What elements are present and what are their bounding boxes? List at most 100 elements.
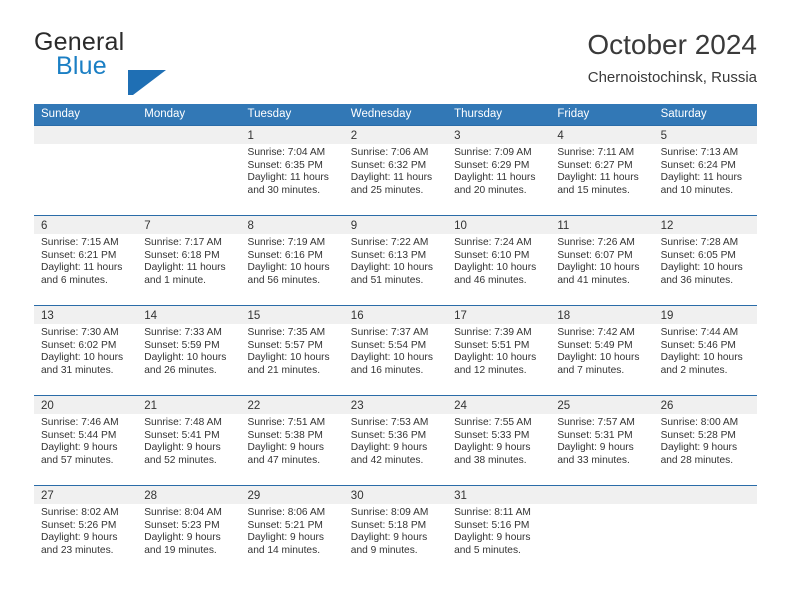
day-cell[interactable] <box>137 126 241 215</box>
daylight-text-line1: Daylight: 10 hours <box>247 262 330 274</box>
day-number <box>137 130 144 142</box>
day-number-band: 18 <box>550 306 654 324</box>
day-cell[interactable]: 15 Sunrise: 7:35 AM Sunset: 5:57 PM Dayl… <box>240 306 344 395</box>
day-cell[interactable]: 28 Sunrise: 8:04 AM Sunset: 5:23 PM Dayl… <box>137 486 241 575</box>
sunset-text: Sunset: 5:21 PM <box>247 519 323 531</box>
sunrise-text: Sunrise: 7:46 AM <box>41 417 119 428</box>
daylight-text-line1: Daylight: 10 hours <box>350 352 433 364</box>
day-number-band: 20 <box>34 396 138 414</box>
daylight-text-line1: Daylight: 11 hours <box>247 172 329 184</box>
day-cell[interactable]: 17 Sunrise: 7:39 AM Sunset: 5:51 PM Dayl… <box>447 306 551 395</box>
day-cell[interactable]: 4 Sunrise: 7:11 AM Sunset: 6:27 PM Dayli… <box>550 126 654 215</box>
weekday-header-sunday: Sunday <box>41 108 81 120</box>
daylight-text-line2: and 20 minutes. <box>454 184 527 196</box>
daylight-text-line1: Daylight: 10 hours <box>557 352 640 364</box>
daylight-text-line1: Daylight: 10 hours <box>454 262 537 274</box>
day-details: Sunrise: 7:35 AM Sunset: 5:57 PM Dayligh… <box>241 324 344 377</box>
day-details: Sunrise: 7:22 AM Sunset: 6:13 PM Dayligh… <box>344 234 447 287</box>
day-number: 7 <box>144 220 151 232</box>
daylight-text-line1: Daylight: 9 hours <box>247 442 324 454</box>
sunset-text: Sunset: 6:32 PM <box>350 159 427 171</box>
day-cell[interactable]: 13 Sunrise: 7:30 AM Sunset: 6:02 PM Dayl… <box>34 306 138 395</box>
sunrise-text: Sunrise: 7:55 AM <box>454 417 532 428</box>
sunset-text: Sunset: 5:44 PM <box>41 429 117 441</box>
brand-logo[interactable]: General Blue <box>34 28 294 95</box>
day-cell[interactable]: 22 Sunrise: 7:51 AM Sunset: 5:38 PM Dayl… <box>240 396 344 485</box>
day-cell[interactable] <box>653 486 757 575</box>
day-number: 25 <box>557 400 571 412</box>
day-cell[interactable]: 11 Sunrise: 7:26 AM Sunset: 6:07 PM Dayl… <box>550 216 654 305</box>
day-cell[interactable] <box>550 486 654 575</box>
day-cell[interactable]: 20 Sunrise: 7:46 AM Sunset: 5:44 PM Dayl… <box>34 396 138 485</box>
day-cell[interactable]: 14 Sunrise: 7:33 AM Sunset: 5:59 PM Dayl… <box>137 306 241 395</box>
day-number-band: 5 <box>653 126 757 144</box>
sunrise-text: Sunrise: 7:48 AM <box>144 417 222 428</box>
day-cell[interactable]: 10 Sunrise: 7:24 AM Sunset: 6:10 PM Dayl… <box>447 216 551 305</box>
day-number-band <box>137 126 241 144</box>
day-number-band: 13 <box>34 306 138 324</box>
sunset-text: Sunset: 5:57 PM <box>247 339 323 351</box>
day-cell[interactable]: 31 Sunrise: 8:11 AM Sunset: 5:16 PM Dayl… <box>447 486 551 575</box>
sunrise-text: Sunrise: 7:39 AM <box>454 327 532 338</box>
day-number-band: 26 <box>653 396 757 414</box>
day-cell[interactable]: 30 Sunrise: 8:09 AM Sunset: 5:18 PM Dayl… <box>343 486 448 575</box>
page-header: General Blue October 2024 Chernoistochin… <box>34 28 757 95</box>
daylight-text-line2: and 21 minutes. <box>247 364 321 376</box>
sunrise-text: Sunrise: 7:15 AM <box>41 237 119 248</box>
day-details: Sunrise: 7:48 AM Sunset: 5:41 PM Dayligh… <box>137 414 240 467</box>
day-cell[interactable]: 5 Sunrise: 7:13 AM Sunset: 6:24 PM Dayli… <box>653 126 757 215</box>
calendar-week-row: 27 Sunrise: 8:02 AM Sunset: 5:26 PM Dayl… <box>34 485 757 575</box>
day-cell[interactable]: 26 Sunrise: 8:00 AM Sunset: 5:28 PM Dayl… <box>653 396 757 485</box>
day-cell[interactable]: 18 Sunrise: 7:42 AM Sunset: 5:49 PM Dayl… <box>550 306 654 395</box>
day-cell[interactable] <box>34 126 138 215</box>
daylight-text-line2: and 52 minutes. <box>144 454 217 466</box>
day-cell[interactable]: 9 Sunrise: 7:22 AM Sunset: 6:13 PM Dayli… <box>343 216 448 305</box>
day-number: 10 <box>454 220 467 232</box>
calendar-week-row: 13 Sunrise: 7:30 AM Sunset: 6:02 PM Dayl… <box>34 305 757 395</box>
day-number: 3 <box>454 130 461 142</box>
day-cell[interactable]: 12 Sunrise: 7:28 AM Sunset: 6:05 PM Dayl… <box>653 216 757 305</box>
day-number-band: 17 <box>447 306 551 324</box>
day-number-band: 29 <box>240 486 344 504</box>
day-cell[interactable]: 21 Sunrise: 7:48 AM Sunset: 5:41 PM Dayl… <box>137 396 241 485</box>
day-cell[interactable]: 7 Sunrise: 7:17 AM Sunset: 6:18 PM Dayli… <box>137 216 241 305</box>
day-number-band: 14 <box>137 306 241 324</box>
day-number-band: 30 <box>343 486 448 504</box>
day-cell[interactable]: 25 Sunrise: 7:57 AM Sunset: 5:31 PM Dayl… <box>550 396 654 485</box>
day-cell[interactable]: 6 Sunrise: 7:15 AM Sunset: 6:21 PM Dayli… <box>34 216 138 305</box>
day-cell[interactable]: 29 Sunrise: 8:06 AM Sunset: 5:21 PM Dayl… <box>240 486 344 575</box>
daylight-text-line1: Daylight: 9 hours <box>350 442 428 454</box>
day-number <box>34 130 41 142</box>
day-number-band: 21 <box>137 396 241 414</box>
day-cell[interactable]: 1 Sunrise: 7:04 AM Sunset: 6:35 PM Dayli… <box>240 126 344 215</box>
daylight-text-line2: and 41 minutes. <box>557 274 630 286</box>
day-number-band: 19 <box>653 306 757 324</box>
day-cell[interactable]: 2 Sunrise: 7:06 AM Sunset: 6:32 PM Dayli… <box>343 126 448 215</box>
day-cell[interactable]: 8 Sunrise: 7:19 AM Sunset: 6:16 PM Dayli… <box>240 216 344 305</box>
day-cell[interactable]: 23 Sunrise: 7:53 AM Sunset: 5:36 PM Dayl… <box>343 396 448 485</box>
calendar-week-row: 1 Sunrise: 7:04 AM Sunset: 6:35 PM Dayli… <box>34 125 757 215</box>
day-cell[interactable]: 19 Sunrise: 7:44 AM Sunset: 5:46 PM Dayl… <box>653 306 757 395</box>
sunset-text: Sunset: 6:18 PM <box>144 249 220 261</box>
sunset-text: Sunset: 6:07 PM <box>557 249 633 261</box>
sunrise-text: Sunrise: 8:09 AM <box>350 507 429 518</box>
daylight-text-line2: and 12 minutes. <box>454 364 527 376</box>
day-number: 29 <box>247 490 261 502</box>
day-cell[interactable]: 3 Sunrise: 7:09 AM Sunset: 6:29 PM Dayli… <box>447 126 551 215</box>
page-title: October 2024 <box>587 29 757 60</box>
sunrise-text: Sunrise: 7:17 AM <box>144 237 222 248</box>
sunset-text: Sunset: 5:36 PM <box>350 429 427 441</box>
day-details: Sunrise: 8:00 AM Sunset: 5:28 PM Dayligh… <box>654 414 757 467</box>
daylight-text-line2: and 26 minutes. <box>144 364 217 376</box>
weekday-header-tuesday: Tuesday <box>247 108 292 120</box>
day-number-band: 10 <box>447 216 551 234</box>
day-cell[interactable]: 27 Sunrise: 8:02 AM Sunset: 5:26 PM Dayl… <box>34 486 138 575</box>
day-details: Sunrise: 7:37 AM Sunset: 5:54 PM Dayligh… <box>344 324 447 377</box>
sunrise-text: Sunrise: 7:44 AM <box>660 327 739 338</box>
day-cell[interactable]: 24 Sunrise: 7:55 AM Sunset: 5:33 PM Dayl… <box>447 396 551 485</box>
sunrise-text: Sunrise: 7:51 AM <box>247 417 326 428</box>
day-number: 30 <box>350 490 364 502</box>
brand-name-blue: Blue <box>56 52 107 80</box>
day-cell[interactable]: 16 Sunrise: 7:37 AM Sunset: 5:54 PM Dayl… <box>343 306 448 395</box>
sunset-text: Sunset: 5:59 PM <box>144 339 220 351</box>
